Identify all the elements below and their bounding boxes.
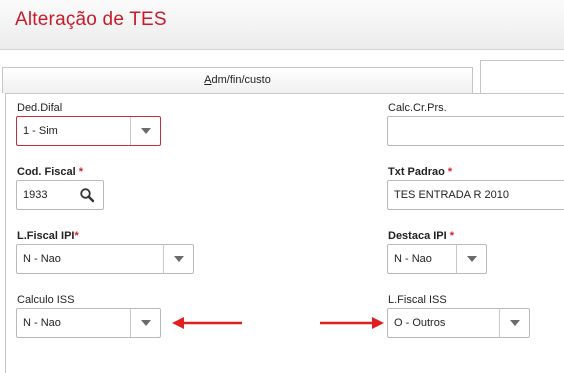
txt-padrao-input[interactable]: TES ENTRADA R 2010 bbox=[387, 180, 564, 210]
ded-difal-label: Ded.Difal bbox=[17, 102, 63, 114]
cod-fiscal-value: 1933 bbox=[23, 189, 48, 201]
destaca-ipi-dropdown-button[interactable] bbox=[456, 245, 486, 273]
cod-fiscal-label-text: Cod. Fiscal bbox=[17, 166, 76, 178]
calculo-iss-dropdown-button[interactable] bbox=[130, 309, 160, 337]
calc-cr-prs-label: Calc.Cr.Prs. bbox=[388, 102, 447, 114]
destaca-ipi-select[interactable]: N - Nao bbox=[387, 244, 487, 274]
txt-padrao-value: TES ENTRADA R 2010 bbox=[394, 189, 509, 201]
required-mark: * bbox=[447, 166, 453, 178]
cod-fiscal-input[interactable]: 1933 bbox=[16, 180, 104, 210]
ded-difal-value: 1 - Sim bbox=[23, 125, 58, 137]
chevron-down-icon bbox=[141, 128, 151, 134]
destaca-ipi-label-text: Destaca IPI bbox=[388, 230, 447, 242]
calculo-iss-value: N - Nao bbox=[23, 317, 61, 329]
tab-label-accesskey: A bbox=[204, 74, 212, 86]
search-icon[interactable] bbox=[79, 187, 95, 206]
tab-adm-fin-custo[interactable]: Adm/fin/custo bbox=[2, 67, 473, 93]
ded-difal-dropdown-button[interactable] bbox=[130, 117, 160, 145]
l-fiscal-ipi-value: N - Nao bbox=[23, 253, 61, 265]
required-mark: * bbox=[74, 230, 79, 242]
l-fiscal-ipi-select[interactable]: N - Nao bbox=[16, 244, 194, 274]
required-mark: * bbox=[78, 166, 84, 178]
destaca-ipi-label: Destaca IPI * bbox=[388, 230, 454, 242]
txt-padrao-label: Txt Padrao * bbox=[388, 166, 452, 178]
arrow-icon bbox=[320, 317, 384, 329]
chevron-down-icon bbox=[510, 320, 520, 326]
tab-label-rest: dm/fin/custo bbox=[211, 74, 271, 86]
l-fiscal-iss-select[interactable]: O - Outros bbox=[387, 308, 530, 338]
cod-fiscal-label: Cod. Fiscal * bbox=[17, 166, 83, 178]
arrow-icon bbox=[172, 317, 242, 329]
l-fiscal-ipi-label: L.Fiscal IPI* bbox=[17, 230, 79, 242]
calculo-iss-label: Calculo ISS bbox=[17, 294, 75, 306]
chevron-down-icon bbox=[174, 256, 184, 262]
txt-padrao-label-text: Txt Padrao bbox=[388, 166, 445, 178]
tab-second[interactable] bbox=[480, 60, 564, 94]
page-title: Alteração de TES bbox=[15, 9, 167, 30]
chevron-down-icon bbox=[467, 256, 477, 262]
l-fiscal-iss-dropdown-button[interactable] bbox=[499, 309, 529, 337]
chevron-down-icon bbox=[141, 320, 151, 326]
destaca-ipi-value: N - Nao bbox=[394, 253, 432, 265]
l-fiscal-ipi-label-text: L.Fiscal IPI bbox=[17, 230, 75, 242]
l-fiscal-ipi-dropdown-button[interactable] bbox=[163, 245, 193, 273]
ded-difal-select[interactable]: 1 - Sim bbox=[16, 116, 161, 146]
required-mark: * bbox=[449, 230, 455, 242]
header-bar: Alteração de TES bbox=[0, 0, 564, 50]
l-fiscal-iss-label: L.Fiscal ISS bbox=[388, 294, 447, 306]
calculo-iss-select[interactable]: N - Nao bbox=[16, 308, 161, 338]
l-fiscal-iss-value: O - Outros bbox=[394, 317, 446, 329]
calc-cr-prs-input[interactable] bbox=[387, 116, 564, 146]
